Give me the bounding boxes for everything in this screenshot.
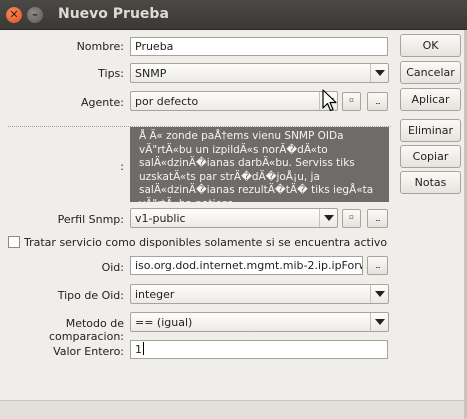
cancelar-button[interactable]: Cancelar: [400, 61, 461, 84]
oid-input[interactable]: iso.org.dod.internet.mgmt.mib-2.ip.ipFor…: [130, 256, 363, 275]
agente-browse-button[interactable]: ...: [367, 92, 388, 111]
oid-label: Oid:: [101, 261, 124, 274]
agente-small-button[interactable]: ▫: [342, 92, 361, 111]
nombre-label: Nombre:: [76, 40, 124, 53]
metodo-comparacion-select-value: == (igual): [135, 316, 193, 329]
tips-select-value: SNMP: [135, 67, 167, 80]
valor-entero-input[interactable]: 1: [130, 340, 388, 359]
metodo-comparacion-select[interactable]: == (igual): [130, 312, 389, 332]
tips-select[interactable]: SNMP: [130, 63, 389, 83]
agente-select-value: por defecto: [135, 95, 199, 108]
valor-entero-label: Valor Entero:: [53, 345, 124, 358]
eliminar-button[interactable]: Eliminar: [400, 119, 461, 142]
description-text: Å Ä« zonde paÅ†ems vienu SNMP OIDa vÄ"rt…: [130, 127, 389, 202]
nombre-input[interactable]: Prueba: [130, 37, 388, 56]
perfil-snmp-select[interactable]: v1-public: [130, 208, 338, 228]
tratar-servicio-label: Tratar servicio como disponibles solamen…: [24, 236, 388, 249]
title-bar: ✕ – Nuevo Prueba: [0, 0, 467, 30]
chevron-down-icon: [370, 313, 388, 331]
tips-label: Tips:: [98, 67, 124, 80]
copiar-button[interactable]: Copiar: [400, 145, 461, 168]
chevron-down-icon: [370, 64, 388, 82]
perfil-snmp-browse-button[interactable]: ...: [367, 209, 388, 228]
metodo-comparacion-label: Metodo de comparacion:: [49, 317, 124, 343]
valor-entero-value: 1: [135, 343, 142, 356]
perfil-snmp-small-button[interactable]: ▫: [342, 209, 361, 228]
text-cursor: [143, 342, 144, 355]
description-label: :: [120, 160, 124, 173]
aplicar-button[interactable]: Aplicar: [400, 88, 461, 111]
status-bar: [0, 400, 467, 419]
tipo-de-oid-select[interactable]: integer: [130, 284, 389, 304]
perfil-snmp-label: Perfil Snmp:: [57, 213, 124, 226]
oid-browse-button[interactable]: ...: [367, 256, 388, 275]
minimize-icon[interactable]: –: [27, 7, 43, 23]
close-icon[interactable]: ✕: [6, 7, 22, 23]
tipo-de-oid-select-value: integer: [135, 288, 175, 301]
window-title: Nuevo Prueba: [58, 6, 169, 22]
perfil-snmp-select-value: v1-public: [135, 212, 186, 225]
ok-button[interactable]: OK: [400, 34, 461, 57]
agente-select[interactable]: por defecto: [130, 91, 338, 111]
chevron-down-icon: [370, 285, 388, 303]
notas-button[interactable]: Notas: [400, 171, 461, 194]
agente-label: Agente:: [80, 96, 124, 109]
chevron-down-icon: [319, 209, 337, 227]
tratar-servicio-checkbox[interactable]: [8, 236, 20, 248]
tipo-de-oid-label: Tipo de Oid:: [57, 289, 124, 302]
mouse-cursor-icon: [322, 89, 337, 112]
